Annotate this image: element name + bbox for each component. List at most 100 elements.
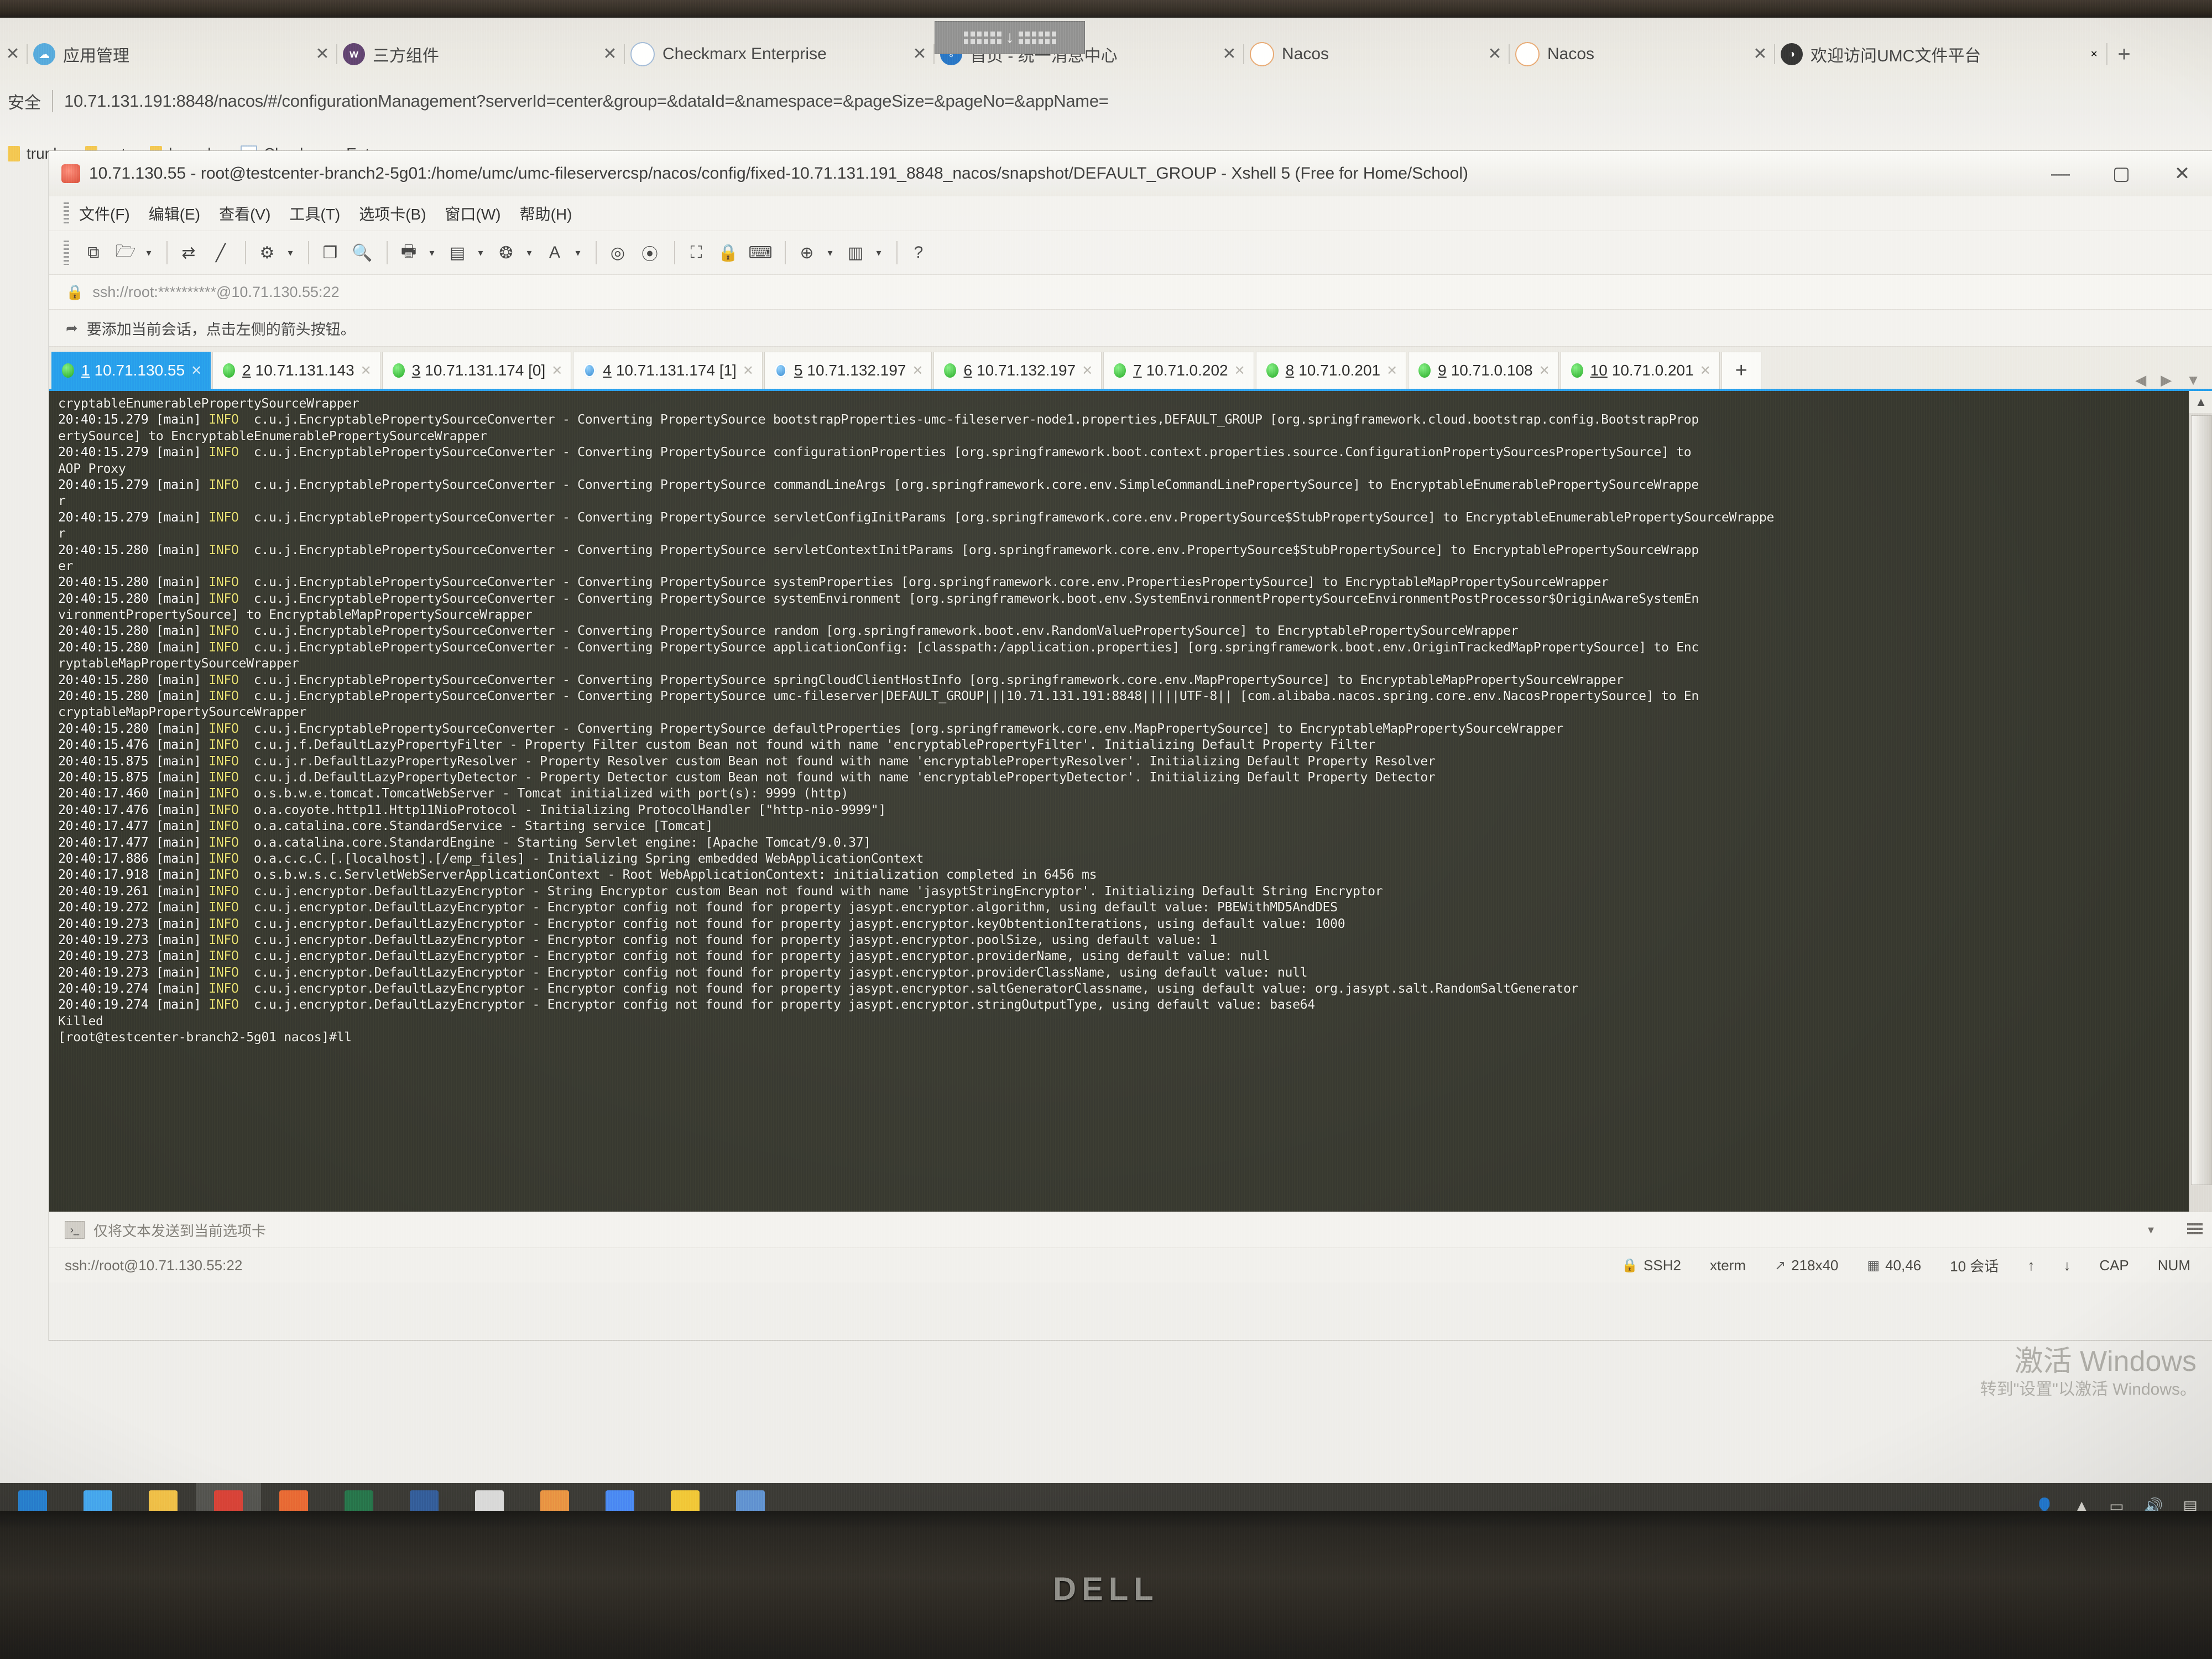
close-icon[interactable]: ✕: [310, 46, 335, 62]
chevron-down-icon[interactable]: ▾: [285, 238, 296, 267]
new-session-tab-button[interactable]: +: [1721, 352, 1761, 389]
open-folder-icon[interactable]: 🗁: [111, 238, 140, 267]
send-text-bar[interactable]: ›_ 仅将文本发送到当前选项卡 ▾: [49, 1212, 2212, 1248]
chevron-down-icon[interactable]: ▾: [475, 238, 486, 267]
taskbar-item-xshell[interactable]: [718, 1483, 783, 1511]
taskbar-item-paint[interactable]: [522, 1483, 587, 1511]
close-icon[interactable]: ✕: [545, 363, 568, 379]
close-icon[interactable]: ✕: [1076, 363, 1099, 379]
disabled-icon[interactable]: ╱: [206, 238, 235, 267]
display-icon[interactable]: ▭: [2109, 1497, 2124, 1511]
session-tab[interactable]: 9 10.71.0.108 ✕: [1408, 352, 1559, 389]
close-icon[interactable]: ✕: [1380, 363, 1404, 379]
menu-item[interactable]: 查看(V): [219, 202, 270, 225]
send-to-tab-icon[interactable]: ›_: [65, 1221, 85, 1239]
scrollbar-thumb[interactable]: [2191, 415, 2212, 1185]
browser-tab[interactable]: ✕ ✔ Checkmarx Enterprise: [597, 36, 907, 72]
terminal-area[interactable]: cryptableEnumerablePropertySourceWrapper…: [49, 391, 2212, 1212]
chevron-down-icon[interactable]: ▾: [426, 238, 437, 267]
close-icon[interactable]: ✕: [354, 363, 378, 379]
network-icon[interactable]: ▤: [2183, 1497, 2198, 1511]
close-icon[interactable]: ✕: [0, 46, 25, 62]
fullscreen-icon[interactable]: ⛶: [682, 238, 711, 267]
drag-grip[interactable]: [64, 202, 69, 225]
browser-tab[interactable]: ✕ w 三方组件: [310, 36, 597, 72]
chevron-down-icon[interactable]: ▾: [524, 238, 535, 267]
scroll-up-icon[interactable]: ▲: [2189, 391, 2212, 413]
nav-prev-icon[interactable]: ◀: [2135, 372, 2146, 389]
browser-tab[interactable]: ✕ (·) Nacos: [1217, 36, 1482, 72]
lock-icon[interactable]: 🔒: [714, 238, 743, 267]
xshell-address-bar[interactable]: 🔒 ssh://root:**********@10.71.130.55:22: [49, 275, 2212, 310]
copy-icon[interactable]: ❐: [316, 238, 345, 267]
chevron-down-icon[interactable]: ▼: [2186, 372, 2200, 389]
session-tab[interactable]: 8 10.71.0.201 ✕: [1255, 352, 1407, 389]
close-icon[interactable]: ✕: [1694, 363, 1717, 379]
menu-item[interactable]: 文件(F): [79, 202, 130, 225]
chevron-up-icon[interactable]: ▲: [2074, 1497, 2089, 1511]
compose-icon[interactable]: ❂: [492, 238, 520, 267]
font-icon[interactable]: A: [540, 238, 569, 267]
close-icon[interactable]: ✕: [1217, 46, 1242, 62]
browser-tab[interactable]: ✕ (·) Nacos: [1482, 36, 1747, 72]
columns-icon[interactable]: ▥: [841, 238, 870, 267]
minimize-button[interactable]: —: [2030, 151, 2091, 196]
chevron-down-icon[interactable]: ▾: [143, 238, 154, 267]
close-icon[interactable]: ✕: [185, 363, 208, 379]
taskbar-item-start-button[interactable]: [0, 1483, 65, 1511]
browser-tab[interactable]: ✕ ◑ 欢迎访问UMC文件平台: [1747, 36, 2090, 72]
transfer-icon[interactable]: ⇄: [174, 238, 203, 267]
taskbar-item-excel[interactable]: [326, 1483, 392, 1511]
add-session-icon[interactable]: ➦: [66, 320, 78, 337]
close-icon[interactable]: ✕: [737, 363, 760, 379]
browser-address-bar[interactable]: 安全 10.71.131.191:8848/nacos/#/configurat…: [0, 84, 2212, 118]
log-icon[interactable]: 🖶: [394, 238, 423, 267]
session-tab[interactable]: 5 10.71.132.197 ✕: [764, 352, 932, 389]
taskbar-item-cmd[interactable]: [457, 1483, 522, 1511]
new-tab-button[interactable]: +: [2117, 42, 2130, 67]
chevron-down-icon[interactable]: ▾: [572, 238, 583, 267]
close-icon[interactable]: ✕: [1747, 46, 1773, 62]
menu-item[interactable]: 帮助(H): [520, 202, 572, 225]
session-tab[interactable]: 2 10.71.131.143 ✕: [212, 352, 380, 389]
chevron-down-icon[interactable]: ▾: [2148, 1223, 2154, 1237]
close-icon[interactable]: ✕: [2090, 49, 2098, 60]
layout-icon[interactable]: ▤: [443, 238, 472, 267]
add-icon[interactable]: ⊕: [792, 238, 821, 267]
menu-item[interactable]: 选项卡(B): [359, 202, 426, 225]
close-icon[interactable]: ✕: [907, 46, 932, 62]
drag-grip[interactable]: [64, 241, 69, 265]
menu-item[interactable]: 工具(T): [289, 202, 340, 225]
sftp-icon[interactable]: ◎: [603, 238, 632, 267]
close-button[interactable]: ✕: [2152, 151, 2212, 196]
close-icon[interactable]: ✕: [597, 46, 623, 62]
keyboard-icon[interactable]: ⌨: [746, 238, 775, 267]
session-tab[interactable]: 6 10.71.132.197 ✕: [933, 352, 1102, 389]
session-tab[interactable]: 10 10.71.0.201 ✕: [1560, 352, 1720, 389]
user-icon[interactable]: 👤: [2035, 1497, 2054, 1511]
terminal-scrollbar[interactable]: ▲: [2189, 391, 2212, 1212]
close-icon[interactable]: ✕: [1228, 363, 1251, 379]
chevron-down-icon[interactable]: ▾: [825, 238, 836, 267]
menu-item[interactable]: 窗口(W): [445, 202, 501, 225]
taskbar-item-pdf-reader[interactable]: [196, 1483, 261, 1511]
chevron-down-icon[interactable]: ▾: [873, 238, 884, 267]
properties-icon[interactable]: ⚙: [253, 238, 281, 267]
taskbar-item-browser-alt[interactable]: [261, 1483, 326, 1511]
session-tab[interactable]: 3 10.71.131.174 [0] ✕: [382, 352, 572, 389]
session-tab[interactable]: 7 10.71.0.202 ✕: [1103, 352, 1254, 389]
find-icon[interactable]: 🔍: [348, 238, 377, 267]
menu-icon[interactable]: [2187, 1223, 2203, 1237]
session-tab[interactable]: 1 10.71.130.55 ✕: [51, 352, 211, 389]
close-icon[interactable]: ✕: [906, 363, 929, 379]
menu-item[interactable]: 编辑(E): [149, 202, 200, 225]
taskbar-item-file-explorer[interactable]: [131, 1483, 196, 1511]
volume-icon[interactable]: 🔊: [2144, 1497, 2163, 1511]
url-text[interactable]: 10.71.131.191:8848/nacos/#/configuration…: [64, 91, 1109, 111]
browser-tab[interactable]: ✕ ☁ 应用管理: [0, 36, 310, 72]
maximize-button[interactable]: ▢: [2091, 151, 2152, 196]
xshell-titlebar[interactable]: 10.71.130.55 - root@testcenter-branch2-5…: [49, 151, 2212, 196]
ssh-address-text[interactable]: ssh://root:**********@10.71.130.55:22: [92, 284, 339, 301]
close-icon[interactable]: ✕: [1533, 363, 1556, 379]
taskbar-item-word[interactable]: [392, 1483, 457, 1511]
